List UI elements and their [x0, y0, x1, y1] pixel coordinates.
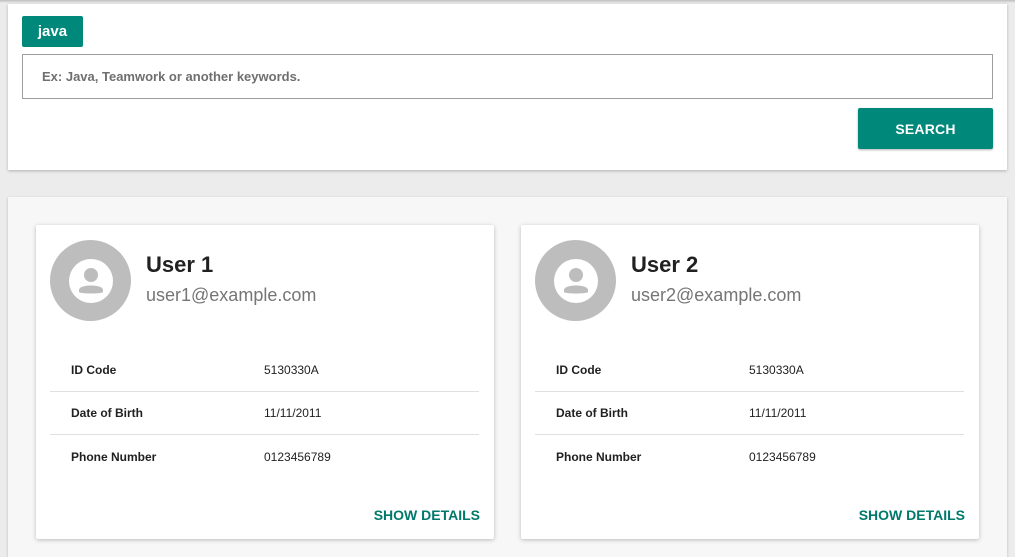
info-row-id-code: ID Code 5130330A — [50, 349, 479, 392]
user-name: User 2 — [631, 252, 699, 277]
account-circle-icon — [553, 258, 598, 303]
account-circle-icon — [68, 258, 113, 303]
info-label: ID Code — [71, 363, 117, 377]
avatar — [50, 240, 131, 321]
info-row-id-code: ID Code 5130330A — [535, 349, 964, 392]
avatar — [535, 240, 616, 321]
info-row-date-of-birth: Date of Birth 11/11/2011 — [535, 392, 964, 435]
info-value: 0123456789 — [749, 449, 816, 464]
show-details-button[interactable]: SHOW DETAILS — [859, 507, 965, 523]
user-info-table: ID Code 5130330A Date of Birth 11/11/201… — [535, 349, 964, 478]
info-value: 0123456789 — [264, 449, 331, 464]
info-value: 11/11/2011 — [264, 406, 322, 420]
info-value: 5130330A — [264, 363, 319, 377]
results-panel: User 1 user1@example.com ID Code 5130330… — [8, 197, 1007, 557]
info-value: 11/11/2011 — [749, 406, 807, 420]
info-label: Date of Birth — [556, 406, 628, 420]
info-label: Phone Number — [71, 449, 157, 464]
show-details-button[interactable]: SHOW DETAILS — [374, 507, 480, 523]
user-card: User 1 user1@example.com ID Code 5130330… — [36, 225, 494, 539]
user-info-table: ID Code 5130330A Date of Birth 11/11/201… — [50, 349, 479, 478]
info-row-phone-number: Phone Number 0123456789 — [50, 435, 479, 478]
top-shadow — [0, 0, 1015, 3]
info-row-date-of-birth: Date of Birth 11/11/2011 — [50, 392, 479, 435]
user-name: User 1 — [146, 252, 214, 277]
info-row-phone-number: Phone Number 0123456789 — [535, 435, 964, 478]
info-label: Date of Birth — [71, 406, 143, 420]
info-value: 5130330A — [749, 363, 804, 377]
user-email: user2@example.com — [631, 285, 802, 305]
info-label: ID Code — [556, 363, 602, 377]
user-email: user1@example.com — [146, 285, 317, 305]
info-label: Phone Number — [556, 449, 642, 464]
search-input[interactable] — [22, 54, 993, 99]
search-panel: java SEARCH — [8, 4, 1007, 170]
search-button[interactable]: SEARCH — [858, 108, 993, 149]
user-card: User 2 user2@example.com ID Code 5130330… — [521, 225, 979, 539]
keyword-tag-chip[interactable]: java — [22, 16, 83, 47]
